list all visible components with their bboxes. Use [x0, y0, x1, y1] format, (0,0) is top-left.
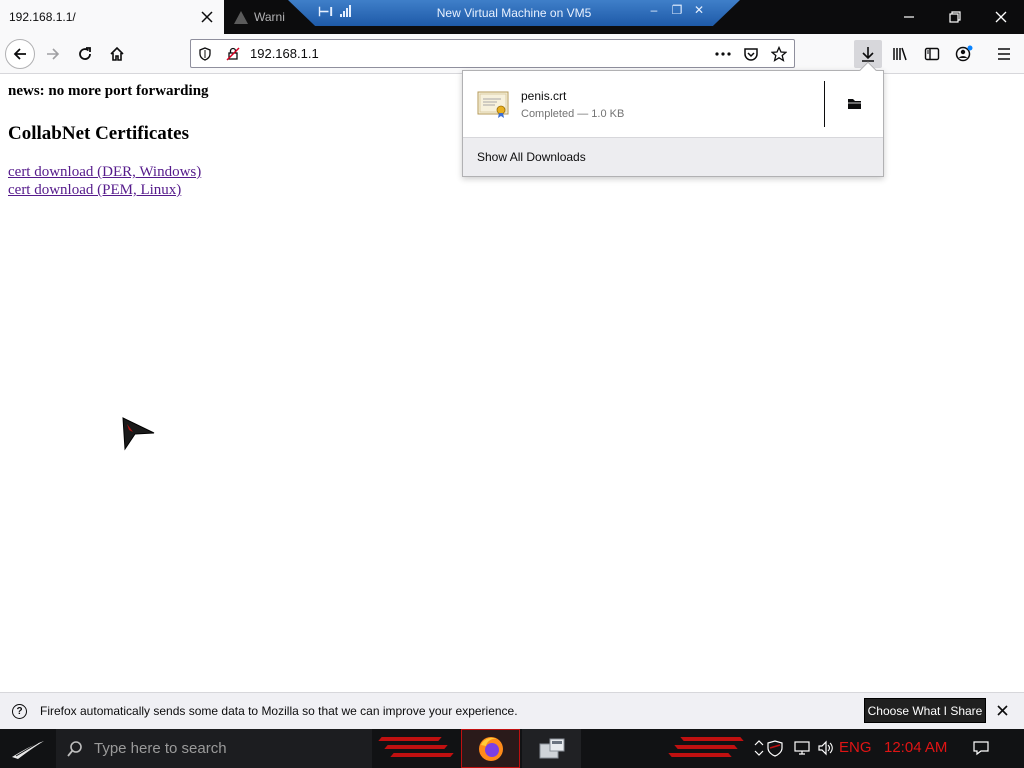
choose-what-i-share-button[interactable]: Choose What I Share	[864, 698, 986, 723]
reload-button[interactable]	[70, 39, 100, 69]
news-text: news: no more port forwarding	[8, 83, 209, 99]
taskbar-firefox[interactable]	[461, 729, 520, 768]
taskbar-vm-app[interactable]	[522, 729, 581, 768]
shield-icon[interactable]	[197, 46, 213, 62]
data-collection-notification: ? Firefox automatically sends some data …	[0, 692, 1024, 729]
forward-arrow-icon	[47, 48, 60, 60]
cert-download-der-link[interactable]: cert download (DER, Windows)	[8, 163, 201, 181]
sidebar-button[interactable]	[918, 40, 946, 68]
pocket-icon[interactable]	[743, 46, 759, 62]
tab-strip: 192.168.1.1/ Warni ⊢I New Virtual Machin…	[0, 0, 1024, 34]
library-button[interactable]	[886, 40, 914, 68]
close-notification-icon[interactable]	[994, 702, 1010, 718]
home-button[interactable]	[102, 39, 132, 69]
taskbar-clock[interactable]: 12:04 AM	[884, 739, 947, 756]
close-window-icon[interactable]	[978, 0, 1024, 34]
warning-icon	[234, 10, 248, 24]
tab-title: 192.168.1.1/	[9, 10, 76, 24]
back-arrow-icon	[13, 48, 26, 60]
taskbar-search[interactable]: Type here to search	[56, 729, 372, 768]
action-center-icon[interactable]	[972, 739, 990, 757]
volume-icon[interactable]	[817, 739, 835, 757]
taskbar-decoration-right	[668, 733, 752, 765]
folder-icon[interactable]	[843, 95, 865, 113]
insecure-lock-icon[interactable]	[225, 46, 241, 62]
download-item[interactable]: penis.crt Completed — 1.0 KB	[463, 71, 883, 137]
vm-restore-icon[interactable]: ❐	[669, 3, 685, 17]
downloads-panel: penis.crt Completed — 1.0 KB Show All Do…	[462, 61, 884, 177]
hamburger-menu-icon	[998, 48, 1010, 60]
certificate-icon	[477, 91, 509, 118]
network-icon[interactable]	[793, 739, 811, 757]
url-text[interactable]: 192.168.1.1	[250, 46, 319, 61]
account-button[interactable]	[950, 40, 978, 68]
tab-title: Warni	[254, 10, 285, 24]
restore-window-icon[interactable]	[932, 0, 978, 34]
mouse-cursor-icon	[122, 417, 155, 451]
back-button[interactable]	[5, 39, 35, 69]
vm-app-icon	[539, 738, 564, 758]
taskbar-decoration-left	[378, 733, 460, 765]
notification-text: Firefox automatically sends some data to…	[40, 704, 518, 718]
menu-button[interactable]	[990, 40, 1018, 68]
more-icon[interactable]	[715, 46, 731, 62]
vm-minimize-icon[interactable]: ‒	[646, 3, 662, 17]
firefox-icon	[478, 736, 503, 761]
show-all-downloads-button[interactable]: Show All Downloads	[463, 137, 883, 176]
page-heading: CollabNet Certificates	[8, 123, 189, 144]
star-icon[interactable]	[771, 46, 787, 62]
sidebar-icon	[924, 47, 940, 61]
tab-active[interactable]: 192.168.1.1/	[0, 0, 224, 34]
cert-download-pem-link[interactable]: cert download (PEM, Linux)	[8, 181, 201, 199]
forward-button[interactable]	[38, 39, 68, 69]
start-button[interactable]	[0, 729, 56, 768]
download-status: Completed — 1.0 KB	[521, 108, 625, 120]
home-icon	[110, 46, 124, 61]
start-logo-icon	[12, 740, 44, 759]
shield-tray-icon[interactable]	[766, 739, 784, 757]
vm-console-banner: ⊢I New Virtual Machine on VM5 ‒ ❐ ✕	[288, 0, 740, 26]
minimize-window-icon[interactable]	[886, 0, 932, 34]
cert-links: cert download (DER, Windows) cert downlo…	[8, 163, 201, 199]
search-placeholder: Type here to search	[94, 740, 227, 757]
language-indicator[interactable]: ENG	[839, 739, 872, 756]
library-icon	[893, 47, 907, 61]
help-icon: ?	[12, 704, 27, 719]
download-filename: penis.crt	[521, 89, 567, 103]
close-tab-icon[interactable]	[196, 6, 218, 28]
download-icon	[862, 47, 874, 62]
account-icon	[955, 45, 973, 62]
search-icon	[67, 741, 82, 757]
taskbar: Type here to search ENG 12:04 AM	[0, 729, 1024, 768]
reload-icon	[79, 47, 91, 60]
url-bar[interactable]: 192.168.1.1	[190, 39, 795, 68]
vm-close-icon[interactable]: ✕	[691, 3, 707, 17]
